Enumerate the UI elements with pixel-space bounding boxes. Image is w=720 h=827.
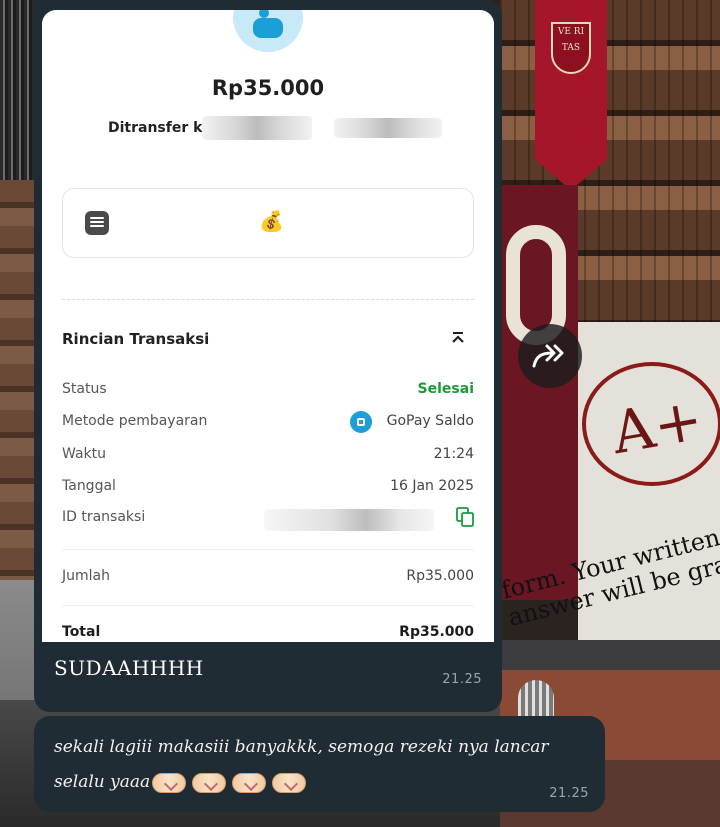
detail-row-payment-method: Metode pembayaran GoPay Saldo bbox=[62, 411, 474, 433]
redacted-recipient-name bbox=[202, 116, 312, 140]
copy-icon[interactable] bbox=[456, 507, 474, 527]
forward-icon bbox=[532, 344, 564, 368]
detail-row-time: Waktu 21:24 bbox=[62, 446, 474, 462]
message-timestamp: 21.25 bbox=[442, 672, 482, 687]
text-message-bubble[interactable]: sekali lagiii makasiii banyakkk, semoga … bbox=[34, 716, 605, 812]
veritas-shield-icon: VE RI TAS bbox=[551, 22, 591, 74]
detail-label: Jumlah bbox=[62, 568, 110, 584]
payment-receipt-image[interactable]: Rp35.000 Ditransfer ke 💰 Rincian Transak… bbox=[42, 10, 494, 642]
detail-label: Metode pembayaran bbox=[62, 413, 208, 429]
detail-label: Waktu bbox=[62, 446, 106, 462]
heart-hands-emoji bbox=[152, 772, 187, 793]
detail-label: Total bbox=[62, 624, 101, 640]
transfer-recipient-label: Ditransfer ke bbox=[108, 120, 212, 136]
wallpaper-maroon-panel bbox=[500, 185, 578, 600]
heart-hands-emoji-group bbox=[152, 772, 307, 793]
detail-row-status: Status Selesai bbox=[62, 381, 474, 397]
payment-method-value: GoPay Saldo bbox=[386, 413, 474, 429]
detail-label: Tanggal bbox=[62, 478, 116, 494]
note-emoji: 💰 bbox=[259, 209, 284, 233]
transfer-note-card: 💰 bbox=[62, 188, 474, 258]
transfer-logo-icon bbox=[233, 10, 303, 52]
detail-row-transaction-id: ID transaksi bbox=[62, 507, 474, 531]
note-icon bbox=[85, 211, 109, 235]
wallpaper-graded-paper: A+ form. Your written answer will be gra bbox=[498, 322, 720, 640]
detail-row-amount: Jumlah Rp35.000 bbox=[62, 568, 474, 584]
detail-label: Status bbox=[62, 381, 107, 397]
wallpaper-veritas-banner: VE RI TAS bbox=[535, 0, 607, 190]
redacted-transaction-id bbox=[264, 509, 434, 531]
forward-button[interactable] bbox=[518, 324, 582, 388]
divider bbox=[62, 549, 474, 550]
transaction-details-title: Rincian Transaksi bbox=[62, 330, 210, 348]
a-plus-grade-icon: A+ bbox=[582, 362, 720, 486]
message-timestamp: 21.25 bbox=[549, 786, 589, 801]
detail-row-total: Total Rp35.000 bbox=[62, 624, 474, 640]
total-value: Rp35.000 bbox=[399, 624, 474, 640]
message-caption: SUDAAHHHH bbox=[54, 656, 204, 680]
status-value: Selesai bbox=[417, 381, 474, 397]
message-body: sekali lagiii makasiii banyakkk, semoga … bbox=[54, 730, 584, 800]
receipt-amount: Rp35.000 bbox=[211, 76, 325, 100]
divider bbox=[62, 605, 474, 606]
dashed-divider bbox=[62, 299, 474, 300]
chevron-up-icon[interactable] bbox=[450, 330, 466, 346]
time-value: 21:24 bbox=[433, 446, 474, 462]
detail-row-date: Tanggal 16 Jan 2025 bbox=[62, 478, 474, 494]
amount-value: Rp35.000 bbox=[406, 568, 474, 584]
gopay-wallet-icon bbox=[350, 411, 372, 433]
heart-hands-emoji bbox=[272, 772, 307, 793]
heart-hands-emoji bbox=[192, 772, 227, 793]
heart-hands-emoji bbox=[232, 772, 267, 793]
redacted-recipient-detail bbox=[334, 118, 442, 138]
detail-label: ID transaksi bbox=[62, 509, 146, 525]
date-value: 16 Jan 2025 bbox=[390, 478, 474, 494]
